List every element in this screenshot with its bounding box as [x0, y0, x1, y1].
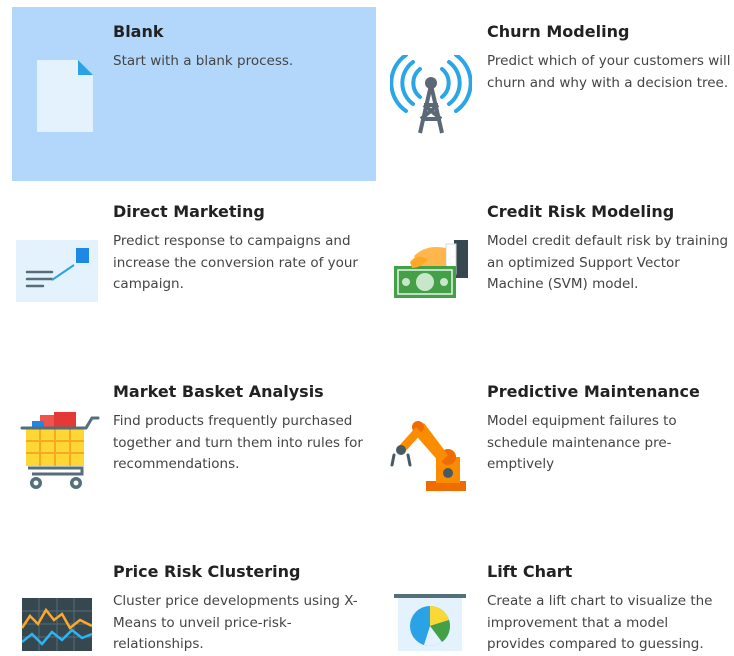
template-predictive-maintenance[interactable]: Predictive Maintenance Model equipment f…: [380, 367, 734, 541]
template-market-basket-analysis[interactable]: Market Basket Analysis Find products fre…: [12, 367, 376, 541]
robot-arm-icon: [390, 417, 472, 493]
price-chart-icon: [22, 598, 92, 651]
radio-tower-icon: [390, 55, 472, 137]
template-description: Create a lift chart to visualize the imp…: [487, 593, 713, 652]
template-description: Predict which of your customers will chu…: [487, 53, 731, 91]
template-title: Credit Risk Modeling: [487, 202, 675, 221]
template-description: Model equipment failures to schedule mai…: [487, 413, 677, 472]
template-title: Lift Chart: [487, 562, 573, 581]
template-description: Start with a blank process.: [113, 53, 294, 69]
template-lift-chart[interactable]: Lift Chart Create a lift chart to visual…: [380, 547, 734, 652]
pie-chart-board-icon: [394, 592, 466, 651]
template-title: Price Risk Clustering: [113, 562, 301, 581]
template-churn-modeling[interactable]: Churn Modeling Predict which of your cus…: [380, 7, 734, 181]
template-description: Model credit default risk by training an…: [487, 233, 729, 292]
template-description: Cluster price developments using X-Means…: [113, 593, 358, 652]
template-title: Direct Marketing: [113, 202, 265, 221]
envelope-icon: [16, 240, 98, 302]
template-direct-marketing[interactable]: Direct Marketing Predict response to cam…: [12, 187, 376, 361]
shopping-cart-icon: [20, 412, 100, 492]
template-price-risk-clustering[interactable]: Price Risk Clustering Cluster price deve…: [12, 547, 376, 652]
template-blank[interactable]: Blank Start with a blank process.: [12, 7, 376, 181]
template-description: Find products frequently purchased toget…: [113, 413, 363, 472]
blank-document-icon: [34, 57, 96, 135]
hand-money-icon: [390, 238, 472, 302]
template-credit-risk-modeling[interactable]: Credit Risk Modeling Model credit defaul…: [380, 187, 734, 361]
template-title: Churn Modeling: [487, 22, 630, 41]
template-title: Predictive Maintenance: [487, 382, 700, 401]
template-title: Blank: [113, 22, 164, 41]
template-title: Market Basket Analysis: [113, 382, 324, 401]
template-description: Predict response to campaigns and increa…: [113, 233, 358, 292]
